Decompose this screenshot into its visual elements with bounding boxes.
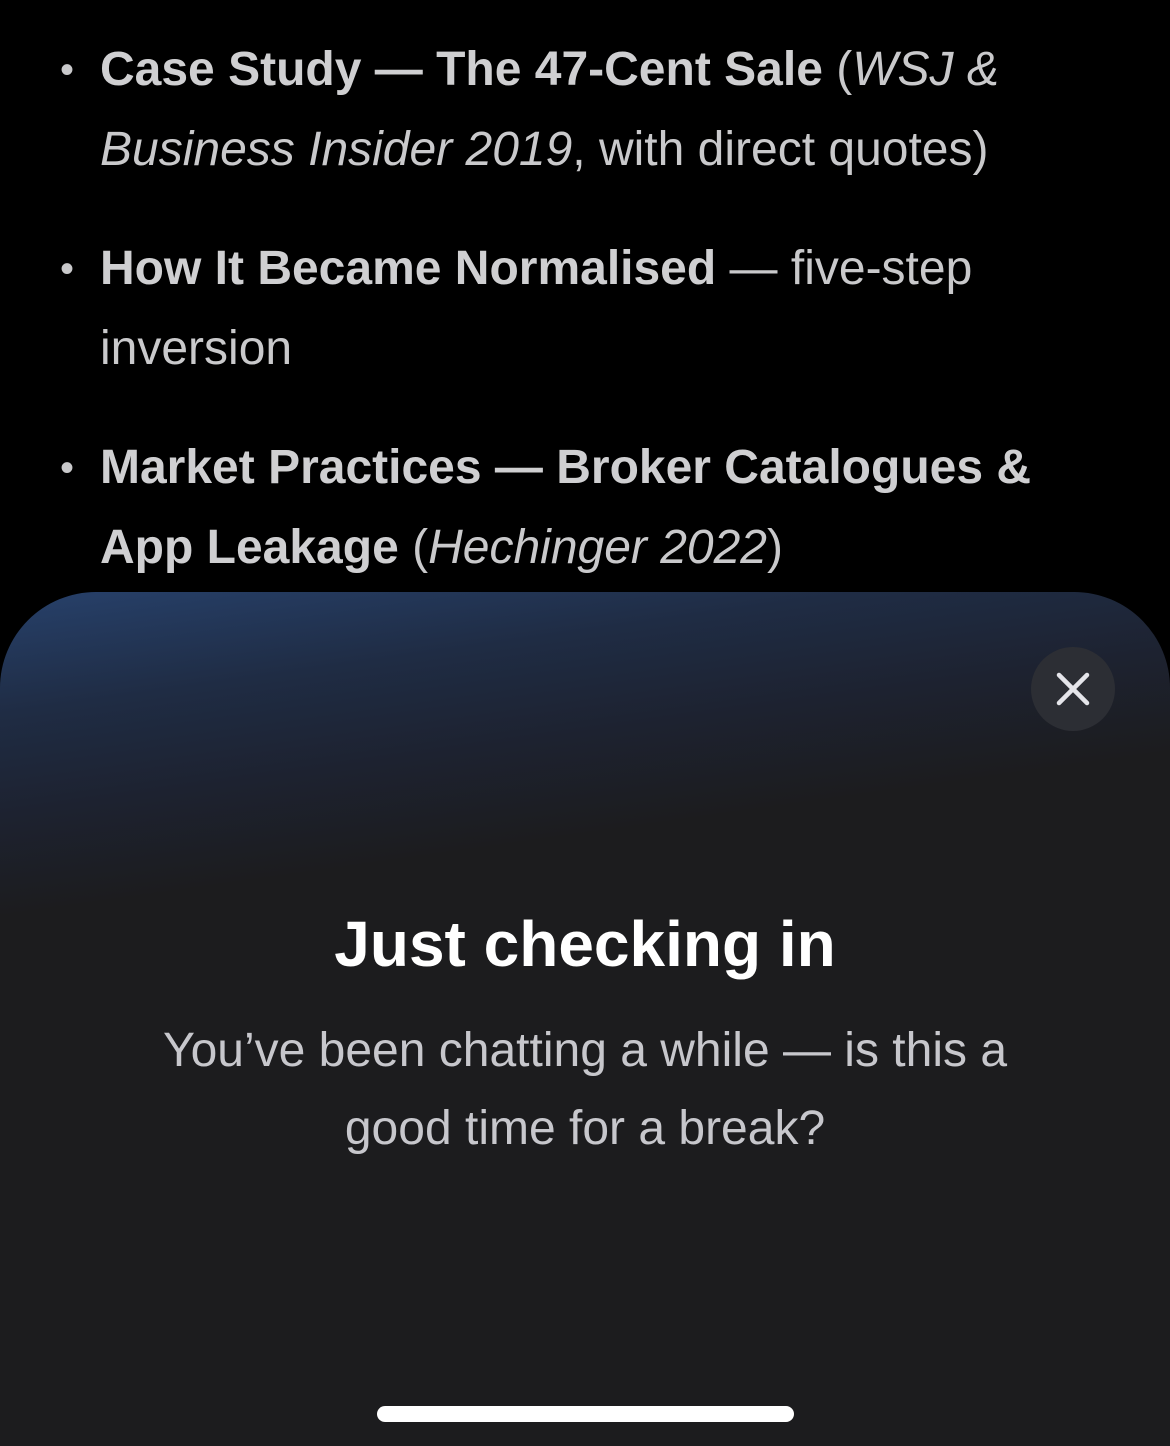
sheet-title: Just checking in [334,908,836,980]
list-item-text: How It Became Normalised — five-step inv… [100,229,1085,389]
bullet-icon: • [60,48,75,92]
list-item-heading: How It Became Normalised [100,242,717,295]
bullet-icon: • [60,446,75,490]
bullet-icon: • [60,247,75,291]
list-item-detail: ) [767,521,783,574]
list-item-detail: , with direct quotes) [572,123,989,176]
list-item-paren-open: ( [398,521,429,574]
screen: • Case Study — The 47-Cent Sale (WSJ & B… [0,0,1170,1446]
list-item-heading: Case Study — The 47-Cent Sale [100,43,823,96]
list-item-text: Market Practices — Broker Catalogues & A… [100,428,1085,588]
break-reminder-sheet: Just checking in You’ve been chatting a … [0,592,1170,1446]
sheet-message: You’ve been chatting a while — is this a… [162,1024,1008,1155]
list-item-paren-open: ( [822,43,853,96]
close-button[interactable] [1031,647,1115,731]
list-item-text: Case Study — The 47-Cent Sale (WSJ & Bus… [100,30,1085,190]
close-icon [1056,672,1090,706]
list-item-source: Hechinger 2022 [428,521,767,574]
home-indicator[interactable] [377,1406,794,1422]
